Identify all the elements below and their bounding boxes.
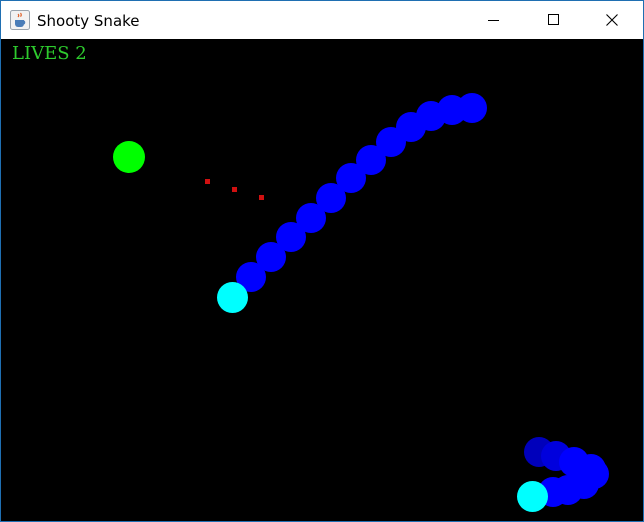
maximize-icon — [548, 14, 559, 25]
close-button[interactable] — [589, 1, 635, 39]
lives-value: 2 — [75, 43, 87, 64]
bullet — [259, 195, 264, 200]
title-bar[interactable]: Shooty Snake — [1, 1, 643, 39]
snake-head — [217, 282, 248, 313]
bullet — [232, 187, 237, 192]
window-title: Shooty Snake — [37, 12, 140, 30]
minimize-button[interactable] — [471, 1, 517, 39]
food-pellet — [113, 141, 145, 173]
game-window: Shooty Snake LIVES 2 — [0, 0, 644, 522]
game-canvas[interactable]: LIVES 2 — [1, 39, 643, 521]
close-icon — [606, 14, 618, 26]
maximize-button[interactable] — [531, 1, 577, 39]
minimize-icon — [488, 20, 499, 21]
bullet — [205, 179, 210, 184]
java-cup-icon — [10, 10, 30, 30]
snake-head — [517, 481, 548, 512]
lives-counter: LIVES 2 — [12, 43, 87, 65]
lives-label: LIVES — [12, 43, 70, 64]
